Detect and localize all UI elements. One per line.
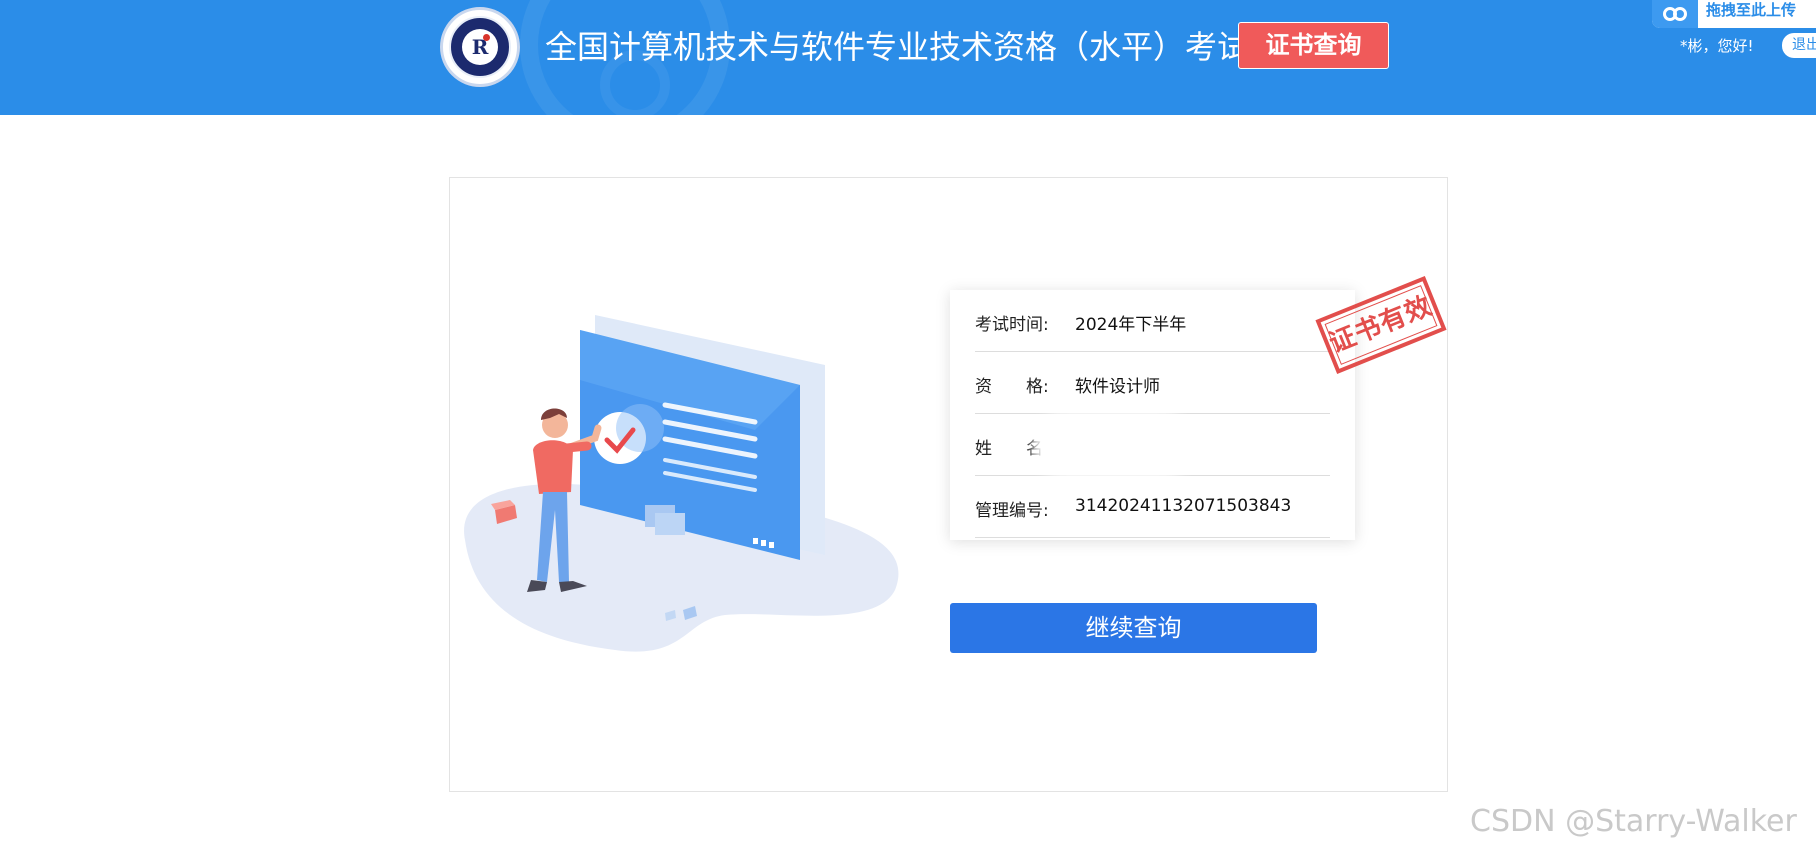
upload-label: 拖拽至此上传 — [1706, 1, 1797, 19]
info-row-name: 姓 名 — [975, 414, 1330, 476]
verification-illustration — [464, 315, 899, 652]
qualification-value: 软件设计师 — [1075, 377, 1160, 397]
certificate-info-panel: 考试时间: 2024年下半年 资 格: 软件设计师 姓 名 管理编号: 3142… — [950, 290, 1355, 540]
site-title: 全国计算机技术与软件专业技术资格（水平）考试 — [545, 28, 1250, 66]
info-row-qualification: 资 格: 软件设计师 — [975, 352, 1330, 414]
continue-query-button[interactable]: 继续查询 — [950, 603, 1317, 653]
drag-upload-widget[interactable]: 拖拽至此上传 — [1652, 0, 1816, 28]
logo-dot — [483, 34, 490, 41]
qualification-label: 资 格: — [975, 377, 1049, 397]
exam-logo[interactable]: R — [440, 7, 520, 87]
info-row-management-number: 管理编号: 31420241132071503843 — [975, 476, 1330, 538]
exam-time-label: 考试时间: — [975, 315, 1049, 335]
management-number-label: 管理编号: — [975, 501, 1049, 521]
management-number-value: 31420241132071503843 — [1075, 496, 1292, 516]
csdn-watermark: CSDN @Starry-Walker — [1470, 804, 1797, 839]
exam-time-value: 2024年下半年 — [1075, 315, 1187, 335]
user-greeting: *彬，您好! — [1680, 37, 1754, 55]
name-redaction-blur — [1043, 422, 1183, 468]
logo-mark: R — [462, 29, 498, 65]
cert-query-button[interactable]: 证书查询 — [1238, 22, 1389, 69]
logout-button[interactable]: 退出 — [1782, 33, 1816, 58]
info-row-exam-time: 考试时间: 2024年下半年 — [975, 290, 1330, 352]
cloud-upload-icon — [1652, 0, 1698, 28]
top-header: R 全国计算机技术与软件专业技术资格（水平）考试 证书查询 拖拽至此上传 *彬，… — [0, 0, 1816, 115]
